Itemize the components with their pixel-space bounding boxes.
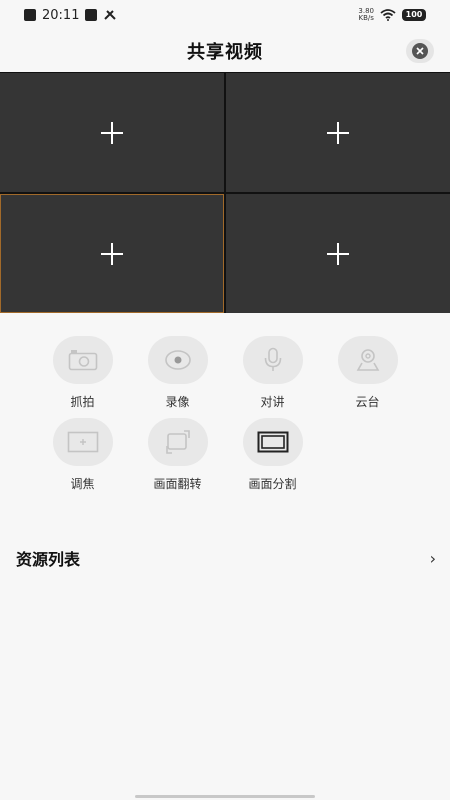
controls-panel: 抓拍 录像 对讲 云台 调焦 画面翻转 画面分割 — [35, 336, 435, 495]
ptz-icon — [337, 336, 398, 384]
resource-list-title: 资源列表 — [16, 550, 81, 569]
intercom-label: 对讲 — [260, 395, 285, 409]
status-right: 3.80 KB/s 100 — [358, 8, 426, 22]
split-screen-icon — [242, 418, 303, 466]
notification-icon — [24, 9, 36, 21]
video-cell-1[interactable] — [0, 73, 224, 192]
home-indicator[interactable] — [135, 795, 315, 798]
battery-indicator: 100 — [402, 9, 426, 21]
resource-list-header[interactable]: 资源列表 › — [0, 540, 450, 576]
split-screen-button[interactable]: 画面分割 — [225, 418, 320, 495]
microphone-icon — [242, 336, 303, 384]
close-circle-icon — [412, 43, 428, 59]
ptz-label: 云台 — [355, 395, 380, 409]
wifi-icon — [380, 9, 396, 21]
status-time: 20:11 — [42, 7, 80, 23]
snapshot-button[interactable]: 抓拍 — [35, 336, 130, 413]
focus-icon — [52, 418, 113, 466]
status-left: 20:11 — [24, 8, 117, 23]
focus-label: 调焦 — [70, 477, 95, 491]
controls-row-2: 调焦 画面翻转 画面分割 — [35, 418, 435, 495]
eye-icon — [147, 336, 208, 384]
net-speed-unit: KB/s — [358, 14, 374, 22]
net-speed: 3.80 KB/s — [358, 8, 374, 22]
close-button[interactable] — [406, 39, 434, 63]
flip-icon — [147, 418, 208, 466]
record-button[interactable]: 录像 — [130, 336, 225, 413]
flip-button[interactable]: 画面翻转 — [130, 418, 225, 495]
plus-icon — [327, 121, 349, 144]
split-screen-label: 画面分割 — [248, 477, 297, 491]
record-label: 录像 — [165, 395, 190, 409]
video-cell-4[interactable] — [226, 194, 450, 313]
video-cell-2[interactable] — [226, 73, 450, 192]
clipboard-icon — [85, 9, 98, 21]
flip-label: 画面翻转 — [153, 477, 202, 491]
chevron-right-icon: › — [429, 548, 436, 568]
controls-row-1: 抓拍 录像 对讲 云台 — [35, 336, 435, 413]
snapshot-label: 抓拍 — [70, 395, 95, 409]
plus-icon — [101, 242, 123, 265]
tools-icon — [104, 10, 117, 20]
page-title: 共享视频 — [187, 42, 263, 63]
status-bar: 20:11 3.80 KB/s 100 — [0, 0, 450, 30]
intercom-button[interactable]: 对讲 — [225, 336, 320, 413]
plus-icon — [101, 121, 123, 144]
focus-button[interactable]: 调焦 — [35, 418, 130, 495]
header: 共享视频 — [0, 30, 450, 72]
ptz-button[interactable]: 云台 — [320, 336, 415, 413]
video-grid — [0, 72, 450, 313]
video-cell-3[interactable] — [0, 194, 224, 313]
camera-icon — [52, 336, 113, 384]
plus-icon — [327, 242, 349, 265]
